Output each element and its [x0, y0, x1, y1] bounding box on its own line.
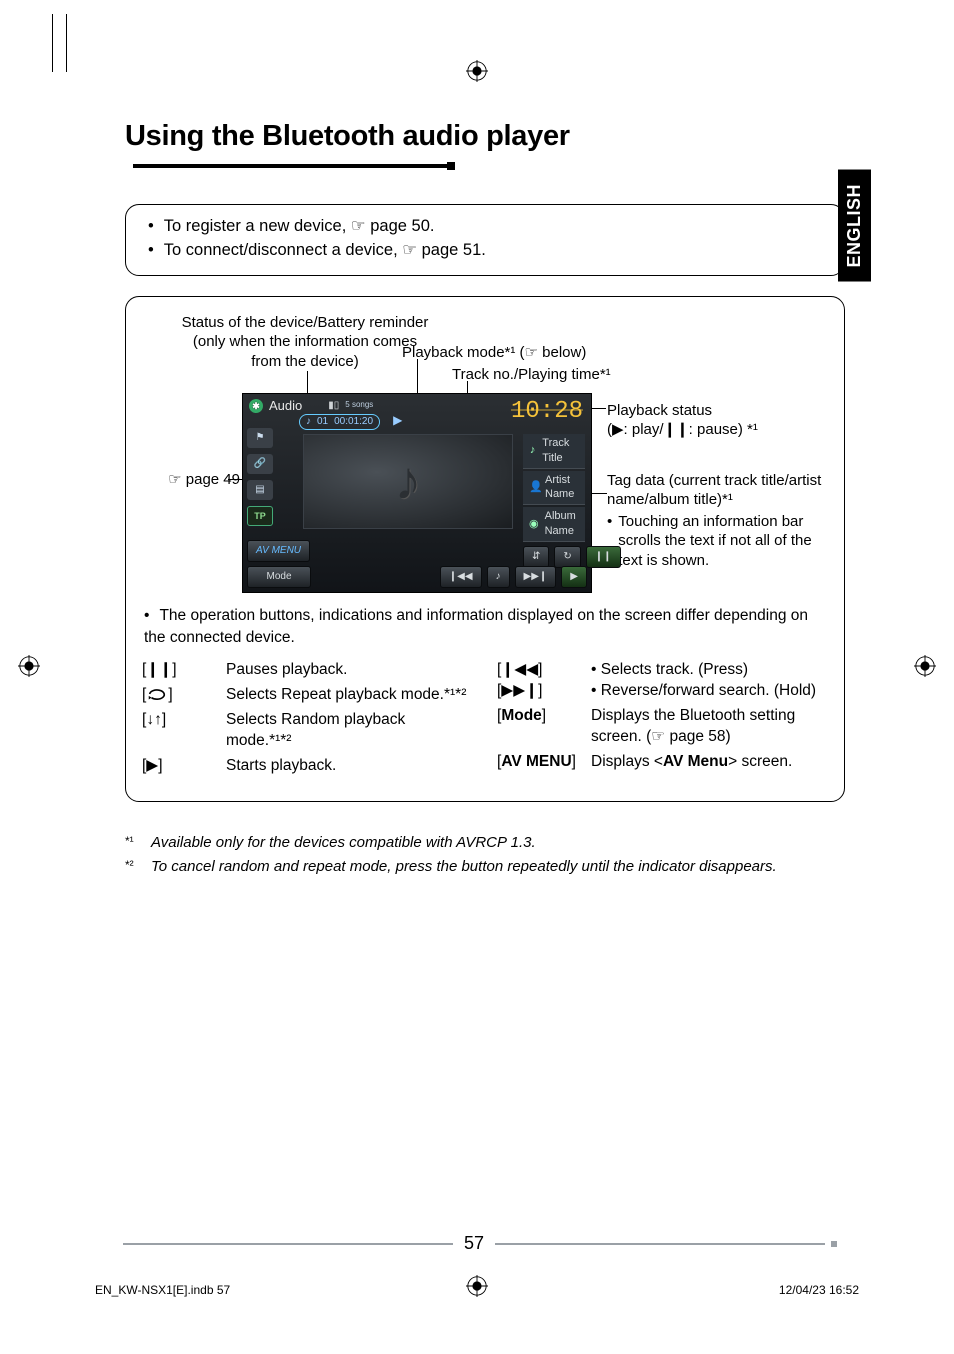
link-icon[interactable]: 🔗 — [247, 454, 273, 474]
intro-box: To register a new device, ☞ page 50. To … — [125, 204, 845, 276]
operation-note: The operation buttons, indications and i… — [144, 605, 828, 648]
page-number: 57 — [464, 1233, 484, 1253]
songs-count: 5 songs — [345, 400, 373, 411]
desc-repeat: Selects Repeat playback mode.*¹*² — [226, 685, 473, 706]
nav-icon[interactable]: ⚑ — [247, 428, 273, 448]
key-play: [▶] — [142, 756, 226, 777]
pause-button[interactable]: ❙❙ — [586, 546, 621, 568]
tp-indicator[interactable]: TP — [247, 506, 273, 526]
desc-pause: Pauses playback. — [226, 660, 473, 681]
music-note-large-icon: ♪ — [395, 445, 422, 518]
bluetooth-icon: ✱ — [249, 399, 263, 413]
key-random: [↓↑] — [142, 710, 226, 752]
page-title: Using the Bluetooth audio player — [125, 120, 845, 186]
footnote-mark-2: *² — [125, 856, 145, 879]
leader-line — [417, 359, 418, 395]
intro-register: To register a new device, ☞ page 50. — [148, 215, 826, 239]
side-icon-column: ⚑ 🔗 ▤ TP — [247, 428, 277, 526]
device-screenshot: ✱ Audio ▮▯ 5 songs ♪ 01 00:01:20 ▶ 10:28 — [242, 393, 592, 593]
page-number-row: 57 — [0, 1233, 954, 1254]
mode-button[interactable]: Mode — [247, 566, 311, 588]
source-label: Audio — [269, 397, 302, 415]
anno-status: Status of the device/Battery reminder (o… — [180, 313, 430, 372]
note-icon: ♪ — [529, 443, 536, 458]
footnote-mark-1: *¹ — [125, 832, 145, 855]
track-title-text: Track Title — [542, 436, 579, 466]
key-pause: [❙❙] — [142, 660, 226, 681]
desc-skip-hold: Reverse/forward search. (Hold) — [601, 682, 816, 699]
next-track-button[interactable]: ▶▶❙ — [515, 566, 557, 588]
music-button[interactable]: ♪ — [487, 566, 510, 588]
play-status-icon: ▶ — [393, 413, 402, 427]
anno-tag-data: Tag data (current track title/artist nam… — [607, 471, 832, 571]
footnote-2: To cancel random and repeat mode, press … — [151, 856, 777, 879]
desc-avmenu: Displays <AV Menu> screen. — [591, 752, 828, 773]
title-rule — [133, 164, 453, 168]
album-art-placeholder: ♪ — [303, 434, 513, 529]
footer-left: EN_KW-NSX1[E].indb 57 — [95, 1283, 230, 1297]
album-name-bar[interactable]: ◉ Album Name — [523, 507, 585, 542]
key-repeat: [] — [142, 685, 226, 706]
anno-playback-status-line1: Playback status — [607, 401, 827, 421]
crop-mark — [52, 14, 53, 72]
footnote-1: Available only for the devices compatibl… — [151, 832, 536, 855]
crop-mark — [66, 14, 67, 72]
desc-mode: Displays the Bluetooth setting screen. (… — [591, 706, 828, 748]
album-name-text: Album Name — [545, 509, 579, 539]
person-icon: 👤 — [529, 480, 539, 495]
registration-mark-icon — [18, 655, 40, 677]
random-button[interactable]: ⇵ — [523, 546, 549, 568]
key-skip: [❙◀◀] [▶▶❙] — [497, 660, 591, 702]
controls-left-column: [❙❙] Pauses playback. [] Selects Repeat … — [142, 660, 473, 781]
controls-table: [❙❙] Pauses playback. [] Selects Repeat … — [142, 660, 828, 781]
prev-track-button[interactable]: ❙◀◀ — [440, 566, 482, 588]
anno-track-no: Track no./Playing time*¹ — [452, 365, 672, 385]
leader-line — [228, 479, 243, 480]
desc-skip-press: Selects track. (Press) — [601, 661, 748, 678]
controls-right-column: [❙◀◀] [▶▶❙] • Selects track. (Press) • R… — [497, 660, 828, 781]
av-menu-button[interactable]: AV MENU — [247, 540, 310, 562]
footnotes: *¹ Available only for the devices compati… — [125, 832, 845, 879]
leader-line — [592, 493, 607, 494]
main-panel: Status of the device/Battery reminder (o… — [125, 296, 845, 802]
elapsed-time: 00:01:20 — [334, 415, 373, 429]
battery-icon: ▮▯ — [328, 399, 339, 413]
track-pill: ♪ 01 00:01:20 — [299, 414, 380, 430]
anno-playback-status: Playback status (▶: play/❙❙: pause) *¹ — [607, 401, 827, 440]
artist-name-text: Artist Name — [545, 473, 579, 503]
disc-icon: ◉ — [529, 517, 539, 532]
play-button[interactable]: ▶ — [561, 566, 587, 588]
anno-tag-line1: Tag data (current track title/artist nam… — [607, 471, 832, 510]
anno-playback-mode: Playback mode*¹ (☞ below) — [402, 343, 612, 363]
repeat-button[interactable]: ↻ — [554, 546, 580, 568]
anno-tag-bullet: Touching an information bar scrolls the … — [618, 512, 832, 571]
page-title-text: Using the Bluetooth audio player — [125, 120, 570, 152]
footer: EN_KW-NSX1[E].indb 57 12/04/23 16:52 — [95, 1283, 859, 1297]
track-number: 01 — [317, 415, 328, 429]
artist-name-bar[interactable]: 👤 Artist Name — [523, 471, 585, 506]
clock-display: 10:28 — [511, 396, 583, 428]
anno-playback-status-line2: (▶: play/❙❙: pause) *¹ — [607, 420, 827, 440]
operation-note-text: The operation buttons, indications and i… — [144, 605, 828, 648]
key-mode: [Mode] — [497, 706, 591, 748]
desc-skip: • Selects track. (Press) • Reverse/forwa… — [591, 660, 828, 702]
list-icon[interactable]: ▤ — [247, 480, 273, 500]
diagram: Status of the device/Battery reminder (o… — [142, 313, 828, 593]
key-avmenu: [AV MENU] — [497, 752, 591, 773]
desc-random: Selects Random playback mode.*¹*² — [226, 710, 473, 752]
footer-right: 12/04/23 16:52 — [779, 1283, 859, 1297]
registration-mark-icon — [466, 60, 488, 82]
intro-connect: To connect/disconnect a device, ☞ page 5… — [148, 239, 826, 263]
desc-play: Starts playback. — [226, 756, 473, 777]
anno-page49-ref: ☞ page 49 — [150, 470, 240, 490]
music-note-icon: ♪ — [306, 415, 311, 429]
track-title-bar[interactable]: ♪ Track Title — [523, 434, 585, 469]
info-bars: ♪Track Title 👤Artist Name ◉Album Name ⇵ … — [523, 434, 585, 568]
registration-mark-icon — [914, 655, 936, 677]
